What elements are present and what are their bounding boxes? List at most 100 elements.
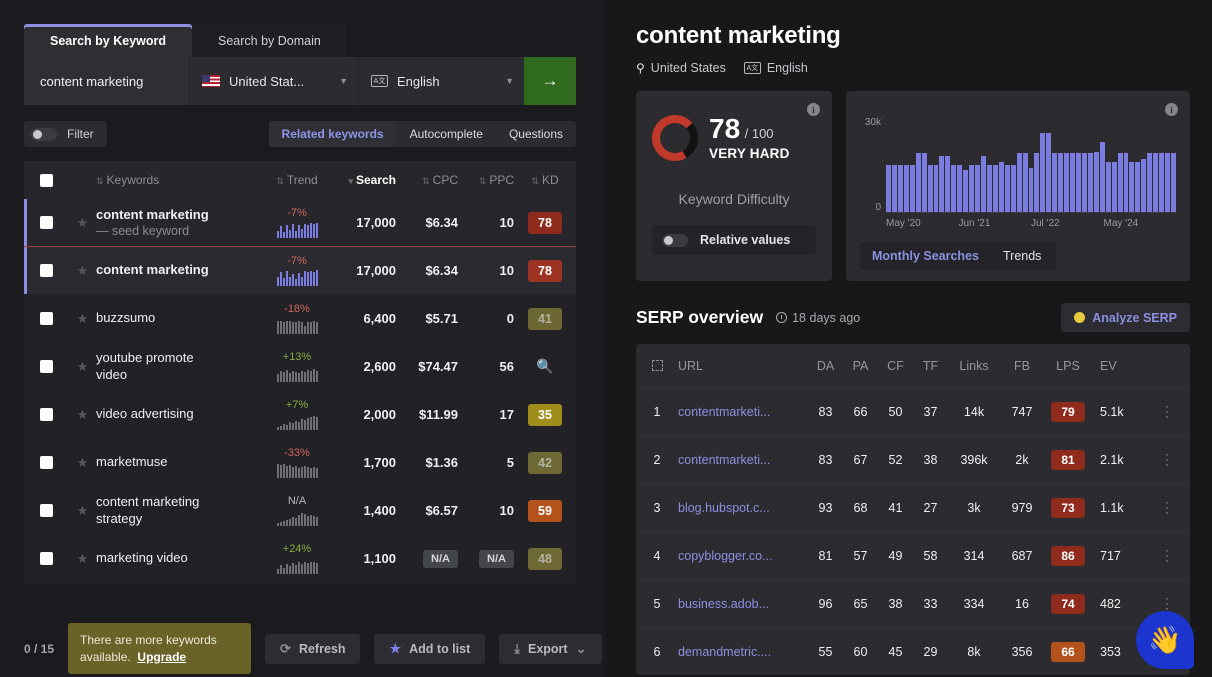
table-row[interactable]: ★ content marketing — seed keyword -7% 1… — [24, 199, 576, 247]
col-trend[interactable]: ⇅ Trend — [264, 173, 330, 187]
keyword-name[interactable]: video advertising — [96, 406, 194, 421]
keyword-input[interactable]: content marketing — [24, 57, 189, 105]
tab-search-by-keyword[interactable]: Search by Keyword — [24, 24, 193, 57]
overview-widgets: i 78 / 100 VERY HARD Keyword Difficulty … — [636, 91, 1190, 281]
serp-row-menu-button[interactable]: ⋮ — [1144, 548, 1190, 561]
star-icon[interactable]: ★ — [77, 551, 89, 567]
serp-url[interactable]: business.adob... — [678, 597, 808, 611]
table-row[interactable]: 6 demandmetric.... 55 60 45 29 8k 356 66… — [636, 627, 1190, 675]
keyword-name[interactable]: content marketing — [96, 262, 209, 277]
table-row[interactable]: ★ marketmuse -33% 1,700 $1.36 5 42 — [24, 439, 576, 487]
row-checkbox[interactable] — [40, 552, 53, 565]
expand-all-cell[interactable] — [636, 360, 678, 371]
relative-values-toggle[interactable]: Relative values — [652, 225, 816, 255]
analyze-serp-button[interactable]: Analyze SERP — [1061, 303, 1190, 332]
info-icon[interactable]: i — [807, 103, 820, 116]
upgrade-link[interactable]: Upgrade — [137, 650, 186, 664]
table-row[interactable]: 1 contentmarketi... 83 66 50 37 14k 747 … — [636, 387, 1190, 435]
chevron-down-icon: ▼ — [339, 76, 348, 86]
serp-url[interactable]: blog.hubspot.c... — [678, 501, 808, 515]
keyword-name[interactable]: content marketing strategy — [96, 494, 199, 525]
selection-counter: 0 / 15 — [24, 641, 55, 656]
serp-row-menu-button[interactable]: ⋮ — [1144, 404, 1190, 417]
chart-bar — [1081, 153, 1087, 212]
waving-hand-icon: 👋 — [1148, 625, 1182, 655]
table-row[interactable]: ★ content marketing strategy N/A 1,400 $6… — [24, 487, 576, 535]
table-row[interactable]: ★ youtube promote video +13% 2,600 $74.47… — [24, 343, 576, 391]
favorite-cell: ★ — [69, 359, 96, 375]
language-select-label: English — [397, 73, 440, 89]
search-submit-button[interactable]: → — [524, 57, 576, 105]
country-select[interactable]: United Stat... ▼ — [189, 57, 358, 105]
tab-trends[interactable]: Trends — [991, 242, 1053, 270]
serp-url[interactable]: copyblogger.co... — [678, 549, 808, 563]
col-cpc[interactable]: ⇅ CPC — [396, 173, 458, 187]
table-row[interactable]: 5 business.adob... 96 65 38 33 334 16 74… — [636, 579, 1190, 627]
language-select[interactable]: A文 English ▼ — [358, 57, 524, 105]
col-search[interactable]: ▾ Search — [330, 173, 396, 187]
serp-da: 83 — [818, 452, 833, 467]
col-keywords[interactable]: ⇅ Keywords — [96, 173, 264, 187]
trend-cell: +13% — [264, 351, 330, 383]
add-to-list-button[interactable]: ★ Add to list — [374, 633, 486, 664]
row-checkbox[interactable] — [40, 312, 53, 325]
kd-donut-gauge — [652, 115, 698, 161]
tab-search-by-domain[interactable]: Search by Domain — [192, 24, 347, 57]
table-row[interactable]: ★ buzzsumo -18% 6,400 $5.71 0 41 — [24, 295, 576, 343]
serp-row-menu-button[interactable]: ⋮ — [1144, 596, 1190, 609]
row-checkbox[interactable] — [40, 216, 53, 229]
ppc-value: 10 — [499, 215, 514, 230]
serp-url[interactable]: demandmetric.... — [678, 645, 808, 659]
keyword-name[interactable]: marketmuse — [96, 454, 168, 469]
sort-icon: ⇅ — [478, 176, 487, 186]
table-row[interactable]: 3 blog.hubspot.c... 93 68 41 27 3k 979 7… — [636, 483, 1190, 531]
star-icon[interactable]: ★ — [77, 311, 89, 327]
table-row[interactable]: 4 copyblogger.co... 81 57 49 58 314 687 … — [636, 531, 1190, 579]
row-checkbox[interactable] — [40, 264, 53, 277]
table-row[interactable]: ★ marketing video +24% 1,100 N/A N/A 48 — [24, 535, 576, 583]
keyword-name[interactable]: marketing video — [96, 550, 188, 565]
row-checkbox[interactable] — [40, 504, 53, 517]
serp-url[interactable]: contentmarketi... — [678, 405, 808, 419]
filter-toggle[interactable]: Filter — [24, 121, 107, 147]
seg-questions[interactable]: Questions — [496, 121, 576, 147]
col-ppc[interactable]: ⇅ PPC — [458, 173, 514, 187]
credit-coin-icon — [1074, 312, 1086, 323]
star-icon[interactable]: ★ — [77, 407, 89, 423]
keyword-difficulty-card: i 78 / 100 VERY HARD Keyword Difficulty … — [636, 91, 832, 281]
table-row[interactable]: 2 contentmarketi... 83 67 52 38 396k 2k … — [636, 435, 1190, 483]
star-icon[interactable]: ★ — [77, 215, 89, 231]
star-icon[interactable]: ★ — [77, 263, 89, 279]
row-select-cell — [24, 312, 69, 325]
keyword-name[interactable]: buzzsumo — [96, 310, 155, 325]
export-button[interactable]: ⤓ Export ⌄ — [499, 633, 602, 664]
row-checkbox[interactable] — [40, 408, 53, 421]
col-fb: FB — [1014, 358, 1030, 373]
star-icon[interactable]: ★ — [77, 359, 89, 375]
star-icon[interactable]: ★ — [77, 455, 89, 471]
search-icon[interactable]: 🔍 — [536, 358, 553, 374]
export-button-label: Export — [528, 641, 568, 656]
seg-related-keywords[interactable]: Related keywords — [268, 121, 397, 147]
star-icon[interactable]: ★ — [77, 503, 89, 519]
cpc-cell: $6.34 — [396, 215, 458, 230]
serp-row-menu-button[interactable]: ⋮ — [1144, 452, 1190, 465]
serp-row-menu-button[interactable]: ⋮ — [1144, 500, 1190, 513]
col-kd[interactable]: ⇅ KD — [514, 173, 576, 187]
cpc-value: $6.57 — [425, 503, 458, 518]
seg-autocomplete[interactable]: Autocomplete — [397, 121, 496, 147]
search-volume-value: 6,400 — [363, 311, 396, 326]
keyword-name[interactable]: youtube promote video — [96, 350, 194, 381]
serp-url[interactable]: contentmarketi... — [678, 453, 808, 467]
keyword-name[interactable]: content marketing — [96, 207, 209, 222]
refresh-button[interactable]: ⟳ Refresh — [265, 633, 361, 664]
table-row[interactable]: ★ video advertising +7% 2,000 $11.99 17 … — [24, 391, 576, 439]
select-all-checkbox[interactable] — [40, 173, 53, 187]
serp-pa: 57 — [853, 548, 868, 563]
tab-monthly-searches[interactable]: Monthly Searches — [860, 242, 991, 270]
row-checkbox[interactable] — [40, 456, 53, 469]
table-row[interactable]: ★ content marketing -7% 17,000 $6.34 10 … — [24, 247, 576, 295]
row-checkbox[interactable] — [40, 360, 53, 373]
help-chat-button[interactable]: 👋 — [1136, 611, 1194, 669]
info-icon[interactable]: i — [1165, 103, 1178, 116]
